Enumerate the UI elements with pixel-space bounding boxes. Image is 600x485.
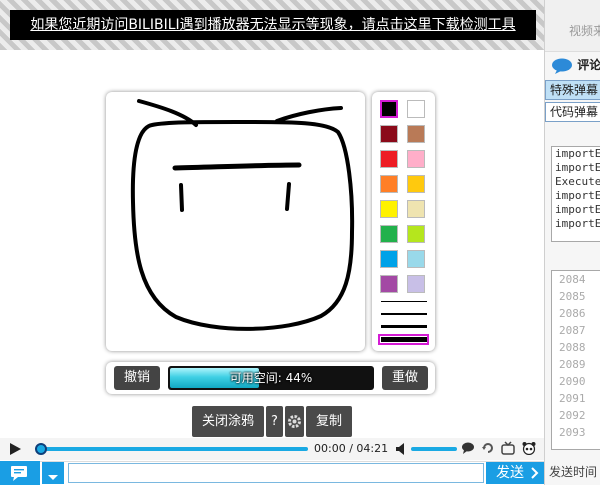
tv-icon[interactable]: [501, 441, 515, 455]
color-swatch-lime[interactable]: [407, 225, 425, 243]
color-swatch-light-blue[interactable]: [407, 250, 425, 268]
color-swatch-black[interactable]: [380, 100, 398, 118]
color-swatch-red[interactable]: [380, 150, 398, 168]
loop-icon[interactable]: [481, 441, 495, 455]
line-number: 2089: [559, 358, 586, 371]
available-space-meter: 可用空间: 44%: [168, 366, 374, 390]
line-number: 2087: [559, 324, 586, 337]
available-space-label: 可用空间: 44%: [229, 371, 313, 385]
volume-slider[interactable]: [411, 447, 457, 451]
color-swatch-blue[interactable]: [380, 250, 398, 268]
line-number: 2088: [559, 341, 586, 354]
current-time: 00:00: [314, 442, 346, 455]
gear-icon: [288, 415, 301, 428]
doodle-left-eye: [179, 183, 184, 212]
video-source-label: 视频来: [569, 24, 600, 38]
time-display: 00:00 / 04:21: [314, 442, 388, 455]
line-number: 2085: [559, 290, 586, 303]
danmaku-toggle-icon[interactable]: [461, 441, 475, 455]
doodle-right-eye: [285, 182, 291, 211]
right-sidebar: 视频来 评论 特殊弹幕 代码弹幕 importE importE Execute im…: [544, 0, 600, 485]
doodle-brow-line: [172, 162, 302, 171]
color-swatch-lavender[interactable]: [407, 275, 425, 293]
brush-size-stroke: [380, 301, 427, 302]
chevron-down-icon: [48, 475, 58, 480]
line-number-gutter[interactable]: 2084 2085 2086 2087 2088 2089 2090 2091 2092 2093: [551, 270, 600, 450]
player-controls: 00:00 / 04:21: [0, 438, 544, 460]
line-number: 2086: [559, 307, 586, 320]
comment-bubble-icon: [552, 58, 572, 74]
app-root: 如果您近期访问BILIBILI遇到播放器无法显示等现象，请点击这里下载检测工具 …: [0, 0, 600, 485]
send-button[interactable]: 发送: [486, 462, 544, 484]
comment-label: 评论: [577, 58, 600, 72]
color-swatch-green[interactable]: [380, 225, 398, 243]
progress-handle[interactable]: [35, 443, 47, 455]
brush-size-medium[interactable]: [378, 310, 429, 318]
fullscreen-panda-icon[interactable]: [522, 441, 536, 455]
video-player: 如果您近期访问BILIBILI遇到播放器无法显示等现象，请点击这里下载检测工具 …: [0, 0, 544, 485]
doodle-toolbar: 撤销 可用空间: 44% 重做: [106, 362, 435, 394]
line-number: 2091: [559, 392, 586, 405]
tab-code-danmaku[interactable]: 代码弹幕: [545, 102, 600, 122]
redo-button[interactable]: 重做: [382, 366, 428, 390]
comment-header: 评论: [551, 56, 600, 74]
danmaku-style-icon: [11, 466, 27, 481]
time-separator: /: [349, 442, 353, 455]
color-swatch-purple[interactable]: [380, 275, 398, 293]
doodle-canvas[interactable]: [106, 92, 365, 351]
code-line: importE: [555, 147, 600, 160]
code-line: importE: [555, 161, 600, 174]
brush-size-thick[interactable]: [378, 322, 429, 331]
code-line: importE: [555, 217, 600, 230]
download-notice-link[interactable]: 如果您近期访问BILIBILI遇到播放器无法显示等现象，请点击这里下载检测工具: [10, 10, 536, 40]
color-swatch-brown[interactable]: [407, 125, 425, 143]
line-number: 2090: [559, 375, 586, 388]
settings-button[interactable]: [285, 406, 304, 437]
color-swatch-white[interactable]: [407, 100, 425, 118]
color-swatch-dark-red[interactable]: [380, 125, 398, 143]
undo-button[interactable]: 撤销: [114, 366, 160, 390]
color-palette: [372, 92, 435, 351]
volume-icon[interactable]: [396, 443, 406, 455]
line-number: 2092: [559, 409, 586, 422]
doodle-head-outline: [130, 120, 355, 331]
brush-size-stroke: [380, 325, 427, 328]
brush-size-thin[interactable]: [378, 298, 429, 305]
notice-bar: 如果您近期访问BILIBILI遇到播放器无法显示等现象，请点击这里下载检测工具: [0, 0, 544, 50]
send-time-label: 发送时间: [549, 465, 598, 479]
color-swatch-yellow[interactable]: [380, 200, 398, 218]
send-label: 发送: [496, 465, 524, 481]
tab-special-danmaku[interactable]: 特殊弹幕: [545, 80, 600, 100]
line-number: 2093: [559, 426, 586, 439]
close-doodle-button[interactable]: 关闭涂鸦: [192, 406, 264, 437]
brush-size-stroke: [380, 313, 427, 315]
doodle-drawing: [130, 99, 355, 331]
video-source-header: 视频来: [545, 0, 600, 52]
color-swatch-cream[interactable]: [407, 200, 425, 218]
line-number: 2084: [559, 273, 586, 286]
help-button[interactable]: ?: [266, 406, 283, 437]
color-swatch-pink[interactable]: [407, 150, 425, 168]
code-editor[interactable]: importE importE Execute importE importE impor…: [551, 146, 600, 242]
brush-size-thickest[interactable]: [378, 334, 429, 345]
doodle-right-antenna: [275, 106, 343, 123]
brush-size-stroke: [380, 337, 427, 342]
danmaku-input[interactable]: [68, 463, 484, 483]
send-row: 发送: [0, 461, 544, 485]
danmaku-style-button[interactable]: [0, 461, 40, 485]
copy-button[interactable]: 复制: [306, 406, 352, 437]
play-icon[interactable]: [10, 443, 21, 455]
duration: 04:21: [356, 442, 389, 455]
danmaku-mode-dropdown[interactable]: [42, 462, 64, 484]
chevron-right-icon: [531, 467, 539, 479]
code-line: importE: [555, 189, 600, 202]
code-line: Execute: [555, 175, 600, 188]
color-swatch-orange[interactable]: [380, 175, 398, 193]
code-line: importE: [555, 203, 600, 216]
progress-track[interactable]: [36, 447, 308, 451]
color-swatch-gold[interactable]: [407, 175, 425, 193]
